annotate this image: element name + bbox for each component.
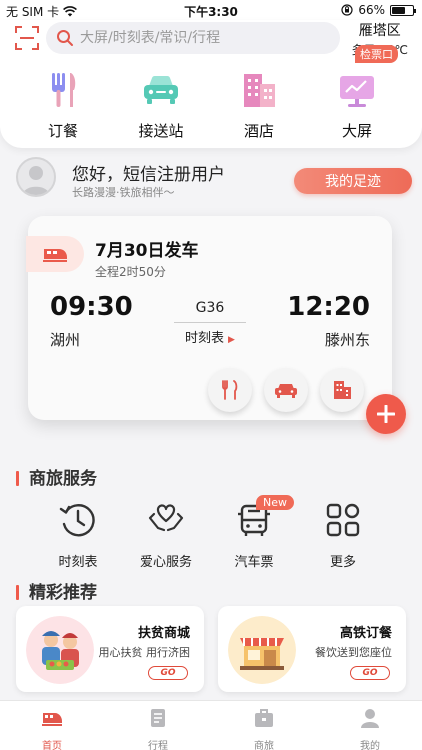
rec-card-title: 高铁订餐 (339, 626, 392, 641)
quick-link-meal[interactable]: 订餐 (18, 70, 108, 141)
new-badge: New (256, 495, 294, 510)
rec-card-train-meal[interactable]: 高铁订餐 餐饮送到您座位 GO (218, 606, 406, 692)
search-icon (57, 30, 73, 46)
go-label: GO (160, 668, 176, 678)
quick-link-pickup[interactable]: 接送站 (116, 70, 206, 141)
hotel-icon (244, 74, 275, 107)
rec-card-poverty-mall[interactable]: 扶贫商城 用心扶贫 用行济困 GO (16, 606, 204, 692)
tab-label: 我的 (360, 741, 380, 750)
biz-item-label: 更多 (329, 555, 356, 570)
rec-card-title: 扶贫商城 (137, 626, 190, 641)
trip-card[interactable]: 7月30日发车 全程2时50分 09:30 12:20 G36 时刻表 ▶ 湖州 … (26, 216, 392, 420)
biz-item-care[interactable]: 爱心服务 (126, 500, 206, 570)
tab-bar: 首页 行程 商旅 我的 (0, 700, 422, 750)
battery-icon (390, 4, 416, 16)
itinerary-icon (151, 709, 165, 727)
quick-link-label: 订餐 (47, 122, 78, 140)
quick-link-screen[interactable]: 大屏 (312, 70, 402, 141)
screen-icon (340, 76, 374, 107)
biz-item-timetable[interactable]: 时刻表 (38, 500, 118, 570)
user-row: 您好，短信注册用户 长路漫漫·铁旅相伴～ 我的足迹 (0, 157, 422, 201)
person-icon (361, 709, 379, 728)
quick-link-label: 酒店 (243, 122, 274, 140)
go-button[interactable]: GO (148, 666, 188, 680)
train-icon (42, 713, 62, 726)
hotel-icon (334, 381, 351, 399)
trip-duration: 全程2时50分 (95, 265, 166, 279)
biz-item-label: 爱心服务 (139, 555, 192, 570)
from-station: 湖州 (50, 331, 81, 349)
tab-mine[interactable]: 我的 (330, 707, 410, 750)
biz-item-bus-ticket[interactable]: 汽车票 (214, 500, 294, 570)
food-stall-illustration (228, 616, 296, 684)
clock-icon (59, 504, 95, 537)
go-label: GO (362, 668, 378, 678)
car-icon (144, 75, 178, 104)
fork-knife-icon (52, 73, 76, 107)
search-input[interactable] (80, 30, 330, 46)
slogan-text: 长路漫漫·铁旅相伴～ (72, 186, 175, 199)
ticket-gate-badge[interactable]: 检票口 (355, 45, 398, 63)
orientation-lock-icon (341, 4, 353, 16)
quick-link-label: 大屏 (341, 122, 372, 140)
user-silhouette-icon (23, 166, 49, 195)
go-button[interactable]: GO (350, 666, 390, 680)
recommend-section-title: 精彩推荐 (16, 578, 97, 603)
scan-icon[interactable] (15, 26, 39, 50)
status-right: 66% (341, 3, 416, 17)
farmers-illustration (26, 616, 94, 684)
biz-item-more[interactable]: 更多 (303, 500, 383, 570)
quick-link-label: 接送站 (138, 122, 184, 140)
train-tag (26, 236, 84, 272)
tab-label: 首页 (42, 741, 62, 750)
trip-hotel-button[interactable] (320, 368, 364, 412)
biz-item-label: 汽车票 (234, 555, 274, 570)
to-station: 滕州东 (324, 331, 370, 349)
route-divider (174, 322, 246, 323)
weather-city: 雁塔区 (358, 23, 401, 39)
biz-item-label: 时刻表 (58, 555, 98, 570)
train-icon (43, 249, 67, 262)
briefcase-icon (255, 709, 273, 727)
business-section-title: 商旅服务 (16, 464, 97, 489)
trip-car-button[interactable] (264, 368, 308, 412)
rec-card-subtitle: 用心扶贫 用行济困 (98, 646, 191, 659)
depart-date: 7月30日发车 (95, 241, 199, 261)
tab-label: 商旅 (254, 741, 274, 750)
tab-home[interactable]: 首页 (12, 707, 92, 750)
header: 雁塔区 多云 28℃ 订餐 接送站 (0, 20, 422, 148)
car-icon (275, 384, 297, 398)
rec-card-subtitle: 餐饮送到您座位 (315, 646, 392, 659)
status-bar: 无 SIM 卡 下午3:30 66% (0, 0, 422, 20)
greeting-text: 您好，短信注册用户 (72, 165, 225, 185)
schedule-label: 时刻表 (185, 331, 225, 346)
trip-meal-button[interactable] (208, 368, 252, 412)
tab-trip[interactable]: 行程 (118, 707, 198, 750)
train-number: G36 (195, 300, 225, 316)
more-grid-icon (326, 503, 360, 537)
heart-hands-icon (148, 504, 184, 532)
search-bar[interactable] (46, 22, 340, 54)
triangle-right-icon: ▶ (228, 335, 235, 345)
tab-label: 行程 (148, 741, 168, 750)
avatar[interactable] (16, 157, 56, 197)
my-footprint-button[interactable]: 我的足迹 (294, 168, 412, 194)
add-trip-button[interactable] (366, 394, 406, 434)
fork-knife-icon (222, 380, 238, 400)
plus-icon (377, 405, 395, 423)
battery-percent: 66% (358, 3, 385, 17)
quick-link-hotel[interactable]: 酒店 (214, 70, 304, 141)
tab-business[interactable]: 商旅 (224, 707, 304, 750)
